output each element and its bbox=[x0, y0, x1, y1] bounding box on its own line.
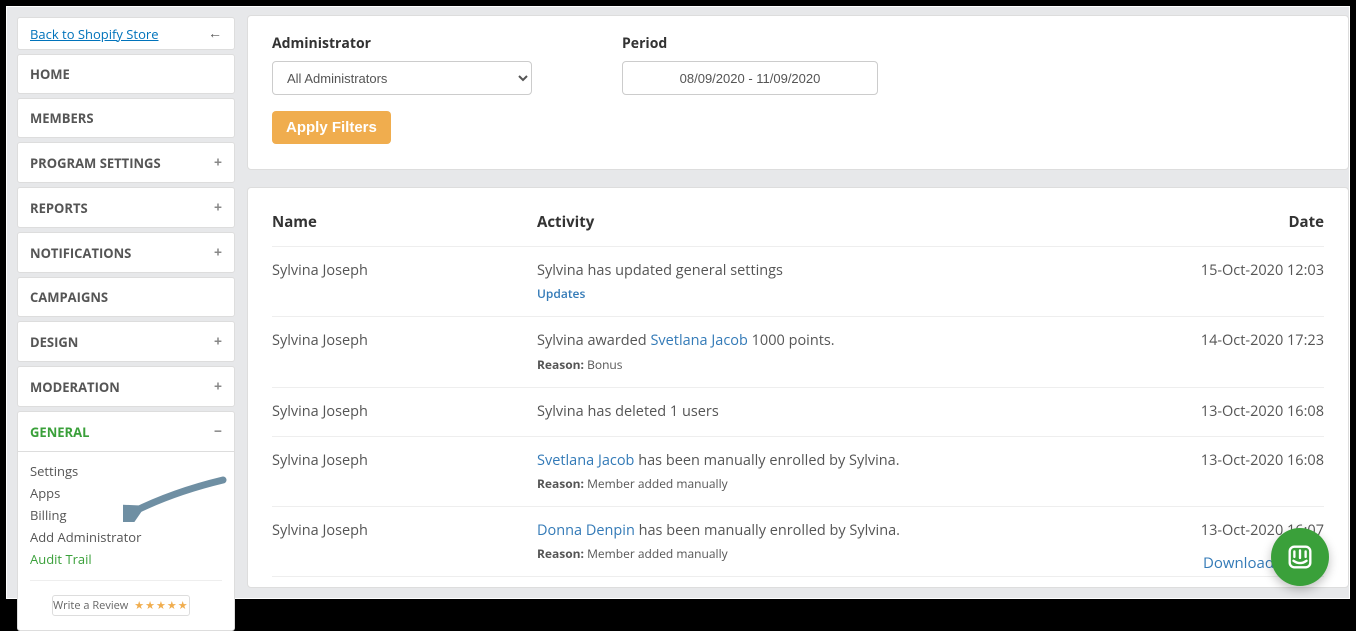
nav-label: REPORTS bbox=[30, 199, 88, 217]
cell-activity: Sylvina has deleted 1 users bbox=[537, 402, 1164, 422]
nav-label: CAMPAIGNS bbox=[30, 288, 108, 306]
plus-icon: + bbox=[214, 153, 222, 172]
col-header-name: Name bbox=[272, 212, 537, 232]
table-row: Sylvina Joseph Sylvina has deleted 1 use… bbox=[272, 388, 1324, 437]
text: has been manually enrolled by Sylvina. bbox=[634, 451, 899, 470]
cell-activity: Svetlana Jacob has been manually enrolle… bbox=[537, 451, 1164, 492]
plus-icon: + bbox=[214, 332, 222, 351]
reason-line: Reason: Member added manually bbox=[537, 545, 1164, 562]
col-header-activity: Activity bbox=[537, 212, 1164, 232]
updates-link[interactable]: Updates bbox=[537, 285, 1164, 302]
member-link[interactable]: Svetlana Jacob bbox=[650, 331, 747, 350]
col-header-date: Date bbox=[1164, 212, 1324, 232]
member-link[interactable]: Svetlana Jacob bbox=[537, 451, 634, 470]
nav-label: MEMBERS bbox=[30, 109, 94, 127]
nav-label: HOME bbox=[30, 65, 70, 83]
cell-activity: Sylvina awarded Svetlana Jacob 1000 poin… bbox=[537, 331, 1164, 372]
back-link[interactable]: Back to Shopify Store bbox=[30, 25, 159, 43]
divider bbox=[30, 580, 222, 585]
reason-label: Reason: bbox=[537, 356, 584, 373]
nav-design[interactable]: DESIGN + bbox=[17, 321, 235, 362]
cell-activity: Sylvina has updated general settings Upd… bbox=[537, 261, 1164, 302]
filter-period: Period bbox=[622, 34, 878, 95]
cell-name: Sylvina Joseph bbox=[272, 521, 537, 540]
review-label: Write a Review bbox=[53, 598, 128, 613]
activity-text: Sylvina has deleted 1 users bbox=[537, 402, 1164, 422]
activity-text: Svetlana Jacob has been manually enrolle… bbox=[537, 451, 1164, 471]
nav-notifications[interactable]: NOTIFICATIONS + bbox=[17, 232, 235, 273]
reason-line: Reason: Bonus bbox=[537, 356, 1164, 373]
nav-home[interactable]: HOME bbox=[17, 54, 235, 94]
cell-name: Sylvina Joseph bbox=[272, 451, 537, 470]
nav-label: MODERATION bbox=[30, 378, 120, 396]
subnav-add-admin[interactable]: Add Administrator bbox=[30, 526, 222, 548]
star-icons: ★★★★★ bbox=[134, 598, 188, 613]
plus-icon: + bbox=[214, 243, 222, 262]
cell-date: 13-Oct-2020 16:08 bbox=[1164, 451, 1324, 470]
table-row: Sylvina Joseph Donna Denpin has been man… bbox=[272, 507, 1324, 577]
text: has been manually enrolled by Sylvina. bbox=[635, 521, 900, 540]
nav-general[interactable]: GENERAL − bbox=[17, 411, 235, 452]
cell-name: Sylvina Joseph bbox=[272, 402, 537, 421]
activity-text: Donna Denpin has been manually enrolled … bbox=[537, 521, 1164, 541]
sidebar: Back to Shopify Store ← HOME MEMBERS PRO… bbox=[17, 17, 235, 631]
activity-text: Sylvina has updated general settings bbox=[537, 261, 1164, 281]
text: 1000 points. bbox=[748, 331, 835, 350]
apply-filters-button[interactable]: Apply Filters bbox=[272, 111, 391, 144]
nav-campaigns[interactable]: CAMPAIGNS bbox=[17, 277, 235, 317]
reason-text: Bonus bbox=[587, 356, 622, 373]
plus-icon: + bbox=[214, 377, 222, 396]
nav-moderation[interactable]: MODERATION + bbox=[17, 366, 235, 407]
nav-label: DESIGN bbox=[30, 333, 78, 351]
cell-name: Sylvina Joseph bbox=[272, 331, 537, 350]
nav-label: NOTIFICATIONS bbox=[30, 244, 131, 262]
subnav-billing[interactable]: Billing bbox=[30, 504, 222, 526]
reason-text: Member added manually bbox=[587, 475, 728, 492]
reason-label: Reason: bbox=[537, 475, 584, 492]
cell-date: 14-Oct-2020 17:23 bbox=[1164, 331, 1324, 350]
activity-text: Sylvina awarded Svetlana Jacob 1000 poin… bbox=[537, 331, 1164, 351]
cell-name: Sylvina Joseph bbox=[272, 261, 537, 280]
subnav-apps[interactable]: Apps bbox=[30, 482, 222, 504]
reason-line: Reason: Member added manually bbox=[537, 475, 1164, 492]
period-input[interactable] bbox=[622, 61, 878, 95]
subnav-audit-trail[interactable]: Audit Trail bbox=[30, 548, 222, 570]
cell-date: 15-Oct-2020 12:03 bbox=[1164, 261, 1324, 280]
filter-administrator: Administrator All Administrators bbox=[272, 34, 532, 95]
nav-label: PROGRAM SETTINGS bbox=[30, 154, 161, 172]
table-row: Sylvina Joseph Svetlana Jacob has been m… bbox=[272, 437, 1324, 507]
nav-members[interactable]: MEMBERS bbox=[17, 98, 235, 138]
table-row: Sylvina Joseph Sylvina awarded Svetlana … bbox=[272, 317, 1324, 387]
filter-label: Administrator bbox=[272, 34, 532, 53]
chat-launcher-button[interactable] bbox=[1271, 528, 1329, 586]
table-header: Name Activity Date bbox=[272, 206, 1324, 247]
back-to-store[interactable]: Back to Shopify Store ← bbox=[17, 17, 235, 50]
back-arrow-icon: ← bbox=[208, 24, 222, 43]
filter-label: Period bbox=[622, 34, 878, 53]
reason-label: Reason: bbox=[537, 545, 584, 562]
subnav-settings[interactable]: Settings bbox=[30, 460, 222, 482]
audit-table: Name Activity Date Sylvina Joseph Sylvin… bbox=[247, 187, 1349, 588]
plus-icon: + bbox=[214, 198, 222, 217]
nav-reports[interactable]: REPORTS + bbox=[17, 187, 235, 228]
nav-label: GENERAL bbox=[30, 423, 89, 441]
cell-date: 13-Oct-2020 16:08 bbox=[1164, 402, 1324, 421]
write-review-button[interactable]: Write a Review ★★★★★ bbox=[52, 595, 190, 616]
reason-text: Member added manually bbox=[587, 545, 728, 562]
text: Sylvina awarded bbox=[537, 331, 650, 350]
member-link[interactable]: Donna Denpin bbox=[537, 521, 635, 540]
nav-program-settings[interactable]: PROGRAM SETTINGS + bbox=[17, 142, 235, 183]
table-row: Sylvina Joseph Sylvina has updated gener… bbox=[272, 247, 1324, 317]
minus-icon: − bbox=[214, 422, 222, 441]
download-link[interactable]: Download bbox=[1203, 553, 1274, 573]
nav-general-submenu: Settings Apps Billing Add Administrator … bbox=[17, 452, 235, 631]
intercom-icon bbox=[1285, 542, 1315, 572]
filter-panel: Administrator All Administrators Period … bbox=[247, 15, 1349, 170]
administrator-select[interactable]: All Administrators bbox=[272, 61, 532, 95]
cell-activity: Donna Denpin has been manually enrolled … bbox=[537, 521, 1164, 562]
